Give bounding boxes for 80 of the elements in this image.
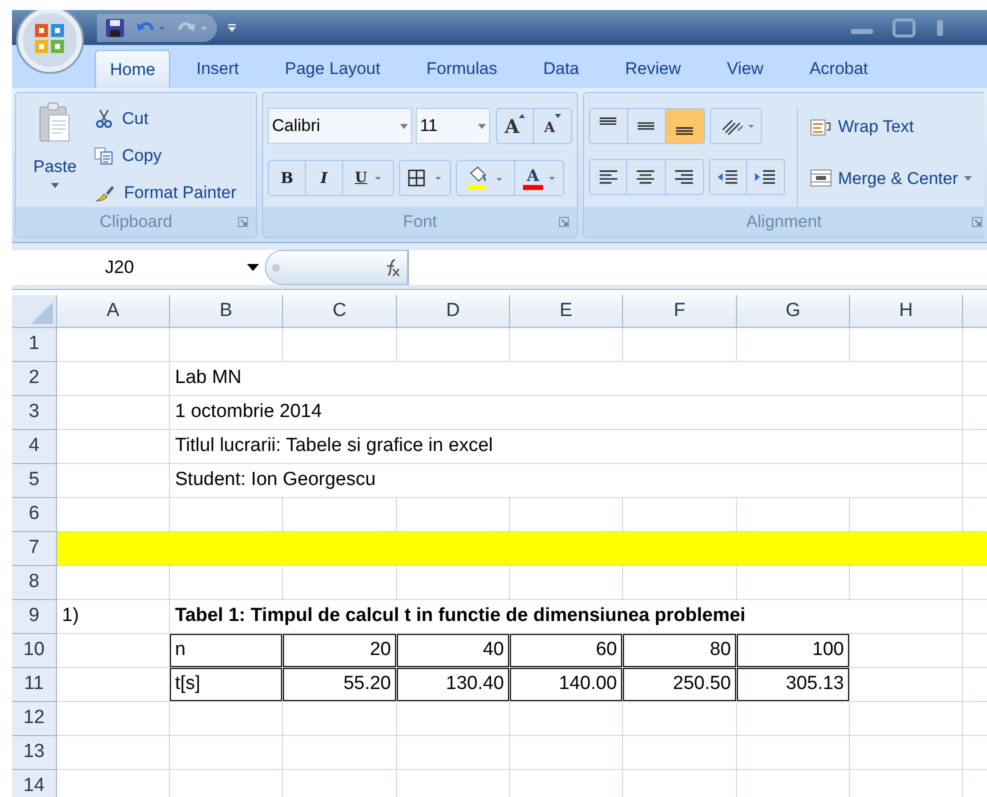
down-arrow-icon [554,114,561,118]
restore-icon[interactable] [891,18,917,38]
up-arrow-icon [519,114,526,118]
align-bottom-icon[interactable] [666,109,704,143]
table-cell: 130.40 [397,668,510,702]
row-header[interactable]: 11 [12,668,57,702]
ribbon-tab[interactable]: Acrobat [795,50,882,88]
row-header[interactable]: 6 [12,498,57,532]
save-icon[interactable] [105,18,125,38]
ribbon-tab[interactable]: Insert [182,50,253,88]
wrap-text-button[interactable]: Wrap Text [810,114,972,140]
ribbon-tab[interactable]: Page Layout [270,50,394,88]
dialog-launcher-icon[interactable] [972,217,982,227]
table-cell: 55.20 [283,668,397,702]
group-label: Clipboard [100,211,172,234]
row-header[interactable]: 8 [12,566,57,600]
row-header[interactable]: 7 [12,532,57,566]
merge-center-icon [810,168,832,188]
copy-button[interactable]: Copy [94,142,236,170]
column-header[interactable]: G [737,295,850,328]
table-cell: 100 [737,634,850,668]
wrap-text-icon [810,116,832,137]
ribbon-tab[interactable]: Data [529,50,594,88]
table-cell: t[s] [170,668,283,702]
cut-button[interactable]: Cut [94,105,236,133]
row-header[interactable]: 14 [12,770,57,797]
bold-button[interactable]: B [269,161,306,195]
column-header[interactable]: F [623,295,737,328]
dialog-launcher-icon[interactable] [559,217,569,227]
column-header[interactable]: A [57,295,170,328]
orientation-icon[interactable] [710,108,762,144]
row-header[interactable]: 5 [12,464,57,498]
circle-icon [272,264,280,272]
shrink-font-button[interactable]: A [534,109,571,143]
scissors-icon [94,109,114,129]
font-size-field[interactable]: 11 [416,108,490,144]
table-cell: 140.00 [510,668,623,702]
font-name-field[interactable]: Calibri [268,108,412,144]
dropdown-arrow-icon [375,176,382,180]
table-cell: 80 [623,634,737,668]
dialog-launcher-icon[interactable] [238,217,248,227]
table-cell: 305.13 [737,668,850,702]
customize-toolbar-icon[interactable] [227,22,237,32]
underline-button[interactable]: U [343,161,393,195]
row-header[interactable]: 9 [12,600,57,634]
group-label: Font [402,211,438,234]
grow-font-button[interactable]: A [497,109,534,143]
row-header[interactable]: 2 [12,362,57,396]
dropdown-arrow-icon[interactable] [247,264,259,271]
table-cell: 40 [397,634,510,668]
italic-button[interactable]: I [306,161,343,195]
row-header[interactable]: 12 [12,702,57,736]
table-cell: n [170,634,283,668]
column-header[interactable]: C [283,295,397,328]
column-header[interactable]: D [397,295,510,328]
table-cell: 250.50 [623,668,737,702]
column-header[interactable]: E [510,295,623,328]
dropdown-arrow-icon [964,176,972,181]
column-header[interactable]: B [170,295,283,328]
row-header[interactable]: 1 [12,328,57,362]
triangle-icon [31,302,53,324]
row-header[interactable]: 13 [12,736,57,770]
row-header[interactable]: 10 [12,634,57,668]
format-painter-button[interactable]: Format Painter [94,179,236,207]
row-header[interactable]: 4 [12,430,57,464]
copy-icon [94,146,114,166]
ribbon-tab[interactable]: Formulas [412,50,512,88]
paintbrush-icon [94,183,116,203]
borders-icon[interactable] [399,160,451,196]
ribbon-tab[interactable]: View [712,50,778,88]
paste-button[interactable]: Paste [33,157,77,177]
dropdown-arrow-icon [549,176,556,180]
table-cell: 60 [510,634,623,668]
column-header[interactable]: H [850,295,963,328]
ribbon-tab[interactable]: Home [95,50,170,88]
group-label: Alignment [746,211,822,234]
table-cell: 20 [283,634,397,668]
merge-center-button[interactable]: Merge & Center [810,166,972,191]
row-header[interactable]: 3 [12,396,57,430]
ribbon-tab[interactable]: Review [611,50,695,88]
